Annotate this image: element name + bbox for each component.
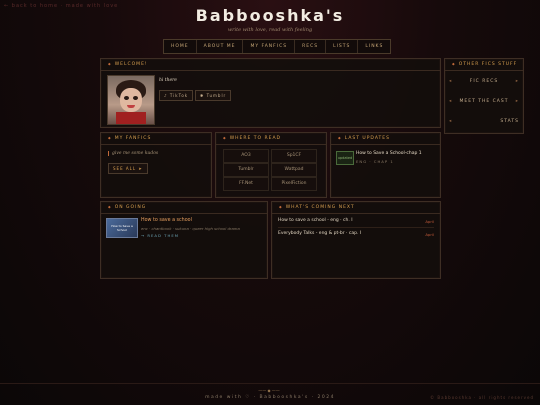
ongoing-desc: enc · chantbook · sukuna · queer high sc… <box>141 226 240 231</box>
main-nav: HOME ABOUT ME MY FANFICS RECS LISTS LINK… <box>163 39 392 54</box>
where-heading: WHERE TO READ <box>216 133 326 145</box>
story-thumbnail[interactable]: How to Save a School <box>106 218 138 238</box>
thumbnail-text: How to Save a School <box>111 224 133 232</box>
coming-tag: April <box>425 219 434 224</box>
tumblr-link[interactable]: ✱ Tumblr <box>195 90 232 101</box>
nav-links[interactable]: LINKS <box>358 40 390 53</box>
last-updates-panel: LAST UPDATES updated How to Save a Schoo… <box>330 132 441 198</box>
nav-fanfics[interactable]: MY FANFICS <box>243 40 296 53</box>
meet-cast-link[interactable]: ◂ MEET THE CAST ▸ <box>449 99 519 104</box>
site-pixelfiction[interactable]: PixelFiction <box>271 177 317 191</box>
coming-item[interactable]: How to save a school - eng · ch. I <box>278 218 353 223</box>
site-ffnet[interactable]: FF.Net <box>223 177 269 191</box>
nav-recs[interactable]: RECS <box>295 40 327 53</box>
avatar <box>107 75 155 125</box>
see-all-button[interactable]: SEE ALL ➤ <box>108 163 148 174</box>
fanfics-panel: MY FANFICS give me some kudos SEE ALL ➤ <box>100 132 212 198</box>
other-heading: OTHER FICS STUFF <box>445 59 523 71</box>
update-title[interactable]: How to Save a School-chap 1 <box>356 151 422 156</box>
nav-home[interactable]: HOME <box>164 40 197 53</box>
site-tumblr[interactable]: Tumblr <box>223 163 269 177</box>
updated-badge: updated <box>336 151 354 165</box>
update-meta: ENG · CHAP 1 <box>356 159 394 164</box>
coming-next-panel: WHAT'S COMING NEXT How to save a school … <box>271 201 441 279</box>
tumblr-label: Tumblr <box>206 93 227 98</box>
footer-divider <box>0 383 540 384</box>
coming-heading: WHAT'S COMING NEXT <box>272 202 440 214</box>
fanfics-heading: MY FANFICS <box>101 133 211 145</box>
read-them-link[interactable]: → READ THEM <box>141 233 179 238</box>
nav-lists[interactable]: LISTS <box>326 40 359 53</box>
fic-recs-link[interactable]: ◂ FIC RECS ▸ <box>449 79 519 84</box>
site-tagline: write with love, read with feeling <box>227 27 313 33</box>
nav-about[interactable]: ABOUT ME <box>197 40 244 53</box>
ongoing-heading: ON GOING <box>101 202 267 214</box>
site-wattpad[interactable]: Wattpad <box>271 163 317 177</box>
welcome-heading: WELCOME! <box>101 59 440 71</box>
tiktok-link[interactable]: ♪ TikTok <box>159 90 194 101</box>
music-note-icon: ♪ <box>164 93 168 98</box>
site-ao3[interactable]: AO3 <box>223 149 269 163</box>
other-stuff-panel: OTHER FICS STUFF ◂FIC RECS▸ ◂MEET THE CA… <box>444 58 524 134</box>
stats-link[interactable]: ◂ STATS <box>449 119 519 124</box>
ongoing-panel: ON GOING How to Save a School How to sav… <box>100 201 268 279</box>
updates-heading: LAST UPDATES <box>331 133 440 145</box>
coming-item[interactable]: Everybody Talks - eng & pt-br · cap. I <box>278 231 361 236</box>
welcome-greeting: hi there <box>159 78 177 83</box>
welcome-panel: WELCOME! hi there ♪ TikTok ✱ Tumblr <box>100 58 441 128</box>
coming-tag: April <box>425 232 434 237</box>
site-title: Babbooshka's <box>195 6 345 25</box>
where-to-read-panel: WHERE TO READ AO3 Sp1CF Tumblr Wattpad F… <box>215 132 327 198</box>
ongoing-title[interactable]: How to save a school <box>141 218 192 223</box>
footer-ornament: —— ◆ —— <box>258 388 280 393</box>
fanfics-note: give me some kudos <box>108 151 158 156</box>
footer-copyright: © Babbooshka · all rights reserved <box>430 395 534 400</box>
asterisk-icon: ✱ <box>200 93 205 98</box>
site-sp1cf[interactable]: Sp1CF <box>271 149 317 163</box>
tiktok-label: TikTok <box>169 93 189 98</box>
